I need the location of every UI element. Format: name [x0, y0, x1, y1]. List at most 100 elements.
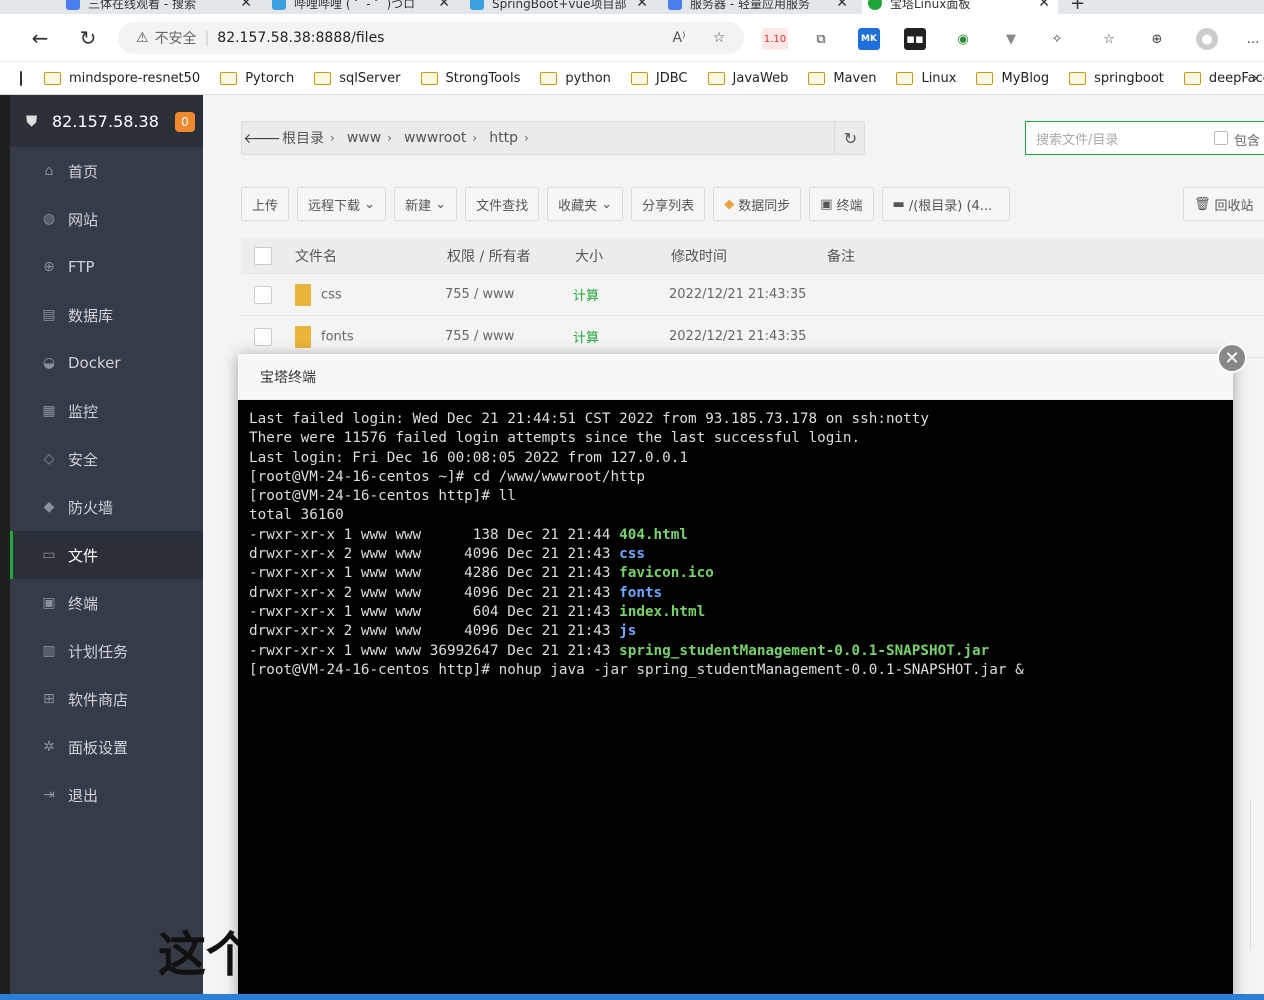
tab-label: 宝塔Linux面板 [890, 0, 971, 11]
globe-extension-icon[interactable]: ◉ [952, 28, 974, 50]
bookmark-item[interactable]: sqlServer [314, 71, 401, 86]
bookmark-item[interactable]: springboot [1069, 71, 1164, 86]
include-subdir-checkbox[interactable] [1214, 131, 1228, 145]
new-button[interactable]: 新建 ⌄ [394, 187, 458, 221]
bookmark-label: springboot [1094, 70, 1164, 86]
bookmark-item[interactable]: JavaWeb [707, 71, 788, 86]
bookmark-item[interactable]: python [540, 71, 611, 86]
breadcrumb-item[interactable]: www [347, 130, 381, 146]
more-options-icon[interactable]: … [1242, 28, 1264, 50]
bookmark-item[interactable]: StrongTools [420, 71, 520, 86]
new-tab-button[interactable]: + [1064, 0, 1094, 14]
calendar-icon: ▥ [42, 643, 56, 659]
bookmark-item[interactable]: Maven [808, 71, 876, 86]
data-sync-button[interactable]: ◆ 数据同步 [713, 187, 802, 221]
notification-badge[interactable]: 0 [175, 112, 195, 132]
tampermonkey-icon[interactable]: ▪▪ [904, 28, 926, 50]
close-tab-icon[interactable]: ✕ [1038, 0, 1050, 11]
terminal-output[interactable]: Last failed login: Wed Dec 21 21:44:51 C… [238, 400, 1233, 1000]
refresh-icon[interactable]: ↻ [834, 122, 866, 154]
breadcrumb-item[interactable]: wwwroot [404, 130, 466, 146]
back-arrow-icon[interactable]: 🡐 [242, 130, 282, 147]
back-arrow-icon[interactable]: ← [26, 24, 54, 52]
sidebar-item[interactable]: ▥ 计划任务 [10, 627, 203, 675]
sidebar-item[interactable]: ⇥ 退出 [10, 771, 203, 819]
disk-button[interactable]: ▬/(根目录) (4... [881, 187, 1010, 221]
browser-tab[interactable]: 服务器 - 轻量应用服务 ✕ [662, 0, 856, 14]
floating-side-panel[interactable] [1250, 800, 1264, 950]
calc-size-link[interactable]: 计算 [573, 327, 669, 346]
sidebar-item[interactable]: ⌂ 首页 [10, 147, 203, 195]
file-search-input[interactable]: 搜索文件/目录 包含 [1025, 121, 1264, 155]
profile-avatar[interactable]: ● [1196, 28, 1218, 50]
collections-plus-icon[interactable]: ⊕ [1146, 28, 1168, 50]
row-checkbox[interactable] [254, 327, 272, 346]
sidebar-item[interactable]: ▭ 文件 [10, 531, 203, 579]
close-tab-icon[interactable]: ✕ [636, 0, 648, 11]
bookmarks-overflow-icon[interactable]: › [1253, 71, 1258, 86]
sidebar-item[interactable]: ⊕ FTP [10, 243, 203, 291]
sidebar-item[interactable]: ◍ 网站 [10, 195, 203, 243]
column-header-perm[interactable]: 权限 / 所有者 [447, 246, 575, 266]
tab-label: 三体在线观看 - 搜索 [88, 0, 196, 11]
browser-tab[interactable]: SpringBoot+vue项目部 ✕ [464, 0, 656, 14]
bookmark-item[interactable]: MyBlog [976, 71, 1049, 86]
sidebar-item[interactable]: ▣ 终端 [10, 579, 203, 627]
browser-tab[interactable]: 三体在线观看 - 搜索 ✕ [60, 0, 260, 14]
favorites-button[interactable]: 收藏夹 ⌄ [547, 187, 624, 221]
bookmark-item[interactable]: Linux [896, 71, 956, 86]
reload-icon[interactable]: ↻ [74, 24, 102, 52]
address-field[interactable]: ⚠ 不安全 | 82.157.58.38:8888/files A⁾ ☆ [118, 22, 744, 54]
table-row[interactable]: css 755 / www 计算 2022/12/21 21:43:35 [241, 274, 1264, 316]
bookmark-item[interactable]: JDBC [630, 71, 688, 86]
close-icon[interactable]: ✕ [1217, 343, 1247, 373]
sidebar-item[interactable]: ◇ 安全 [10, 435, 203, 483]
share-list-button[interactable]: 分享列表 [631, 187, 706, 221]
browser-tab-active[interactable]: 宝塔Linux面板 ✕ [862, 0, 1058, 14]
sidebar-item[interactable]: ✲ 面板设置 [10, 723, 203, 771]
file-permission[interactable]: 755 / www [445, 329, 573, 344]
close-tab-icon[interactable]: ✕ [438, 0, 450, 11]
row-checkbox[interactable] [254, 285, 272, 304]
favorites-icon[interactable]: ☆ [1098, 28, 1120, 50]
search-placeholder: 搜索文件/目录 [1036, 132, 1119, 148]
table-row[interactable]: fonts 755 / www 计算 2022/12/21 21:43:35 [241, 316, 1264, 358]
column-header-mtime[interactable]: 修改时间 [671, 246, 827, 266]
upload-button[interactable]: 上传 [241, 187, 290, 221]
extension-badge[interactable]: 1.10 [762, 28, 788, 50]
breadcrumb-item[interactable]: 根目录 [282, 128, 324, 148]
file-permission[interactable]: 755 / www [445, 287, 573, 302]
sidebar-item[interactable]: ◆ 防火墙 [10, 483, 203, 531]
server-ip: 82.157.58.38 [52, 111, 159, 131]
recycle-bin-button[interactable]: 🗑 回收站 [1183, 187, 1264, 221]
close-tab-icon[interactable]: ✕ [836, 0, 848, 11]
url-text[interactable]: 82.157.58.38:8888/files [217, 30, 384, 46]
bookmark-item[interactable]: mindspore-resnet50 [44, 71, 200, 86]
select-all-checkbox[interactable] [254, 246, 272, 265]
sidebar-item[interactable]: ▦ 监控 [10, 387, 203, 435]
column-header-name[interactable]: 文件名 [295, 246, 447, 266]
file-name[interactable]: fonts [321, 329, 354, 344]
extensions-icon[interactable]: ✧ [1046, 28, 1068, 50]
folder-icon [420, 71, 438, 85]
column-header-note: 备注 [827, 248, 855, 265]
column-header-size[interactable]: 大小 [575, 246, 671, 266]
sidebar-item[interactable]: ⊞ 软件商店 [10, 675, 203, 723]
calc-size-link[interactable]: 计算 [573, 285, 669, 304]
terminal-button[interactable]: ▣ 终端 [809, 187, 874, 221]
browser-tab[interactable]: 哔哩哔哩 ( ゜- ゜)つロ ✕ [266, 0, 458, 14]
read-aloud-icon[interactable]: A⁾ [668, 27, 690, 49]
find-files-button[interactable]: 文件查找 [465, 187, 540, 221]
remote-download-button[interactable]: 远程下载 ⌄ [297, 187, 387, 221]
file-name[interactable]: css [321, 287, 342, 302]
vue-devtools-icon[interactable]: ▼ [1000, 28, 1022, 50]
close-tab-icon[interactable]: ✕ [240, 0, 252, 11]
bookmark-item[interactable]: Pytorch [220, 71, 294, 86]
sidebar-item[interactable]: ◒ Docker [10, 339, 203, 387]
sidebar-item[interactable]: ▤ 数据库 [10, 291, 203, 339]
breadcrumb-item[interactable]: http [489, 130, 518, 146]
add-favorite-icon[interactable]: ☆ [708, 27, 730, 49]
ls-entry-name: index.html [619, 603, 706, 620]
mk-extension-icon[interactable]: MK [858, 28, 880, 50]
collections-icon[interactable]: ⧉ [810, 28, 832, 50]
